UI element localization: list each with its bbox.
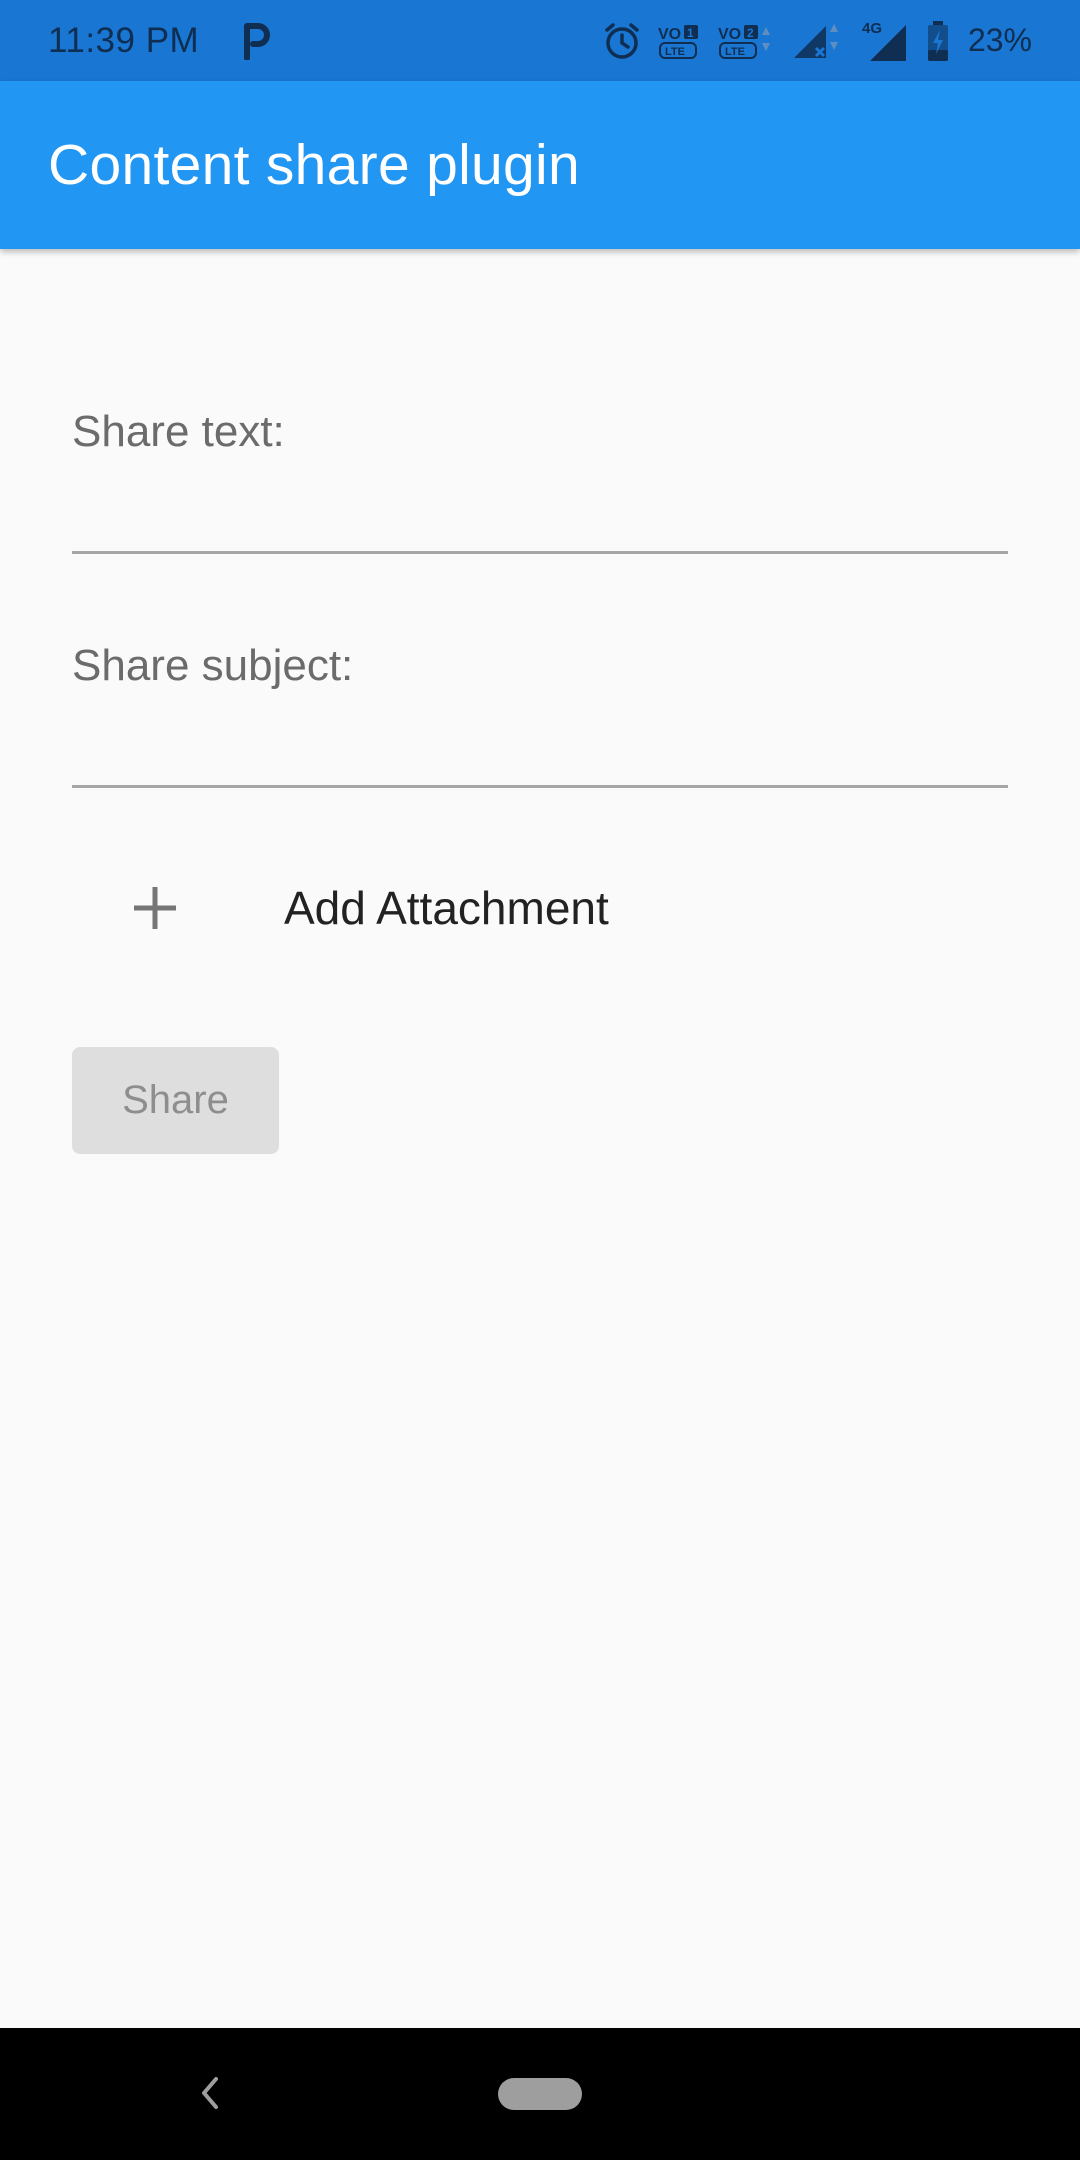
share-text-input[interactable]: [72, 466, 1008, 536]
share-subject-input[interactable]: [72, 700, 1008, 770]
signal-4g-icon: 4G: [860, 19, 912, 63]
alarm-icon: [602, 21, 642, 61]
share-subject-label: Share subject:: [72, 641, 354, 690]
share-subject-field[interactable]: Share subject:: [72, 644, 1008, 794]
share-text-label: Share text:: [72, 407, 285, 456]
volte1-icon: VO 1 LTE: [656, 21, 702, 61]
status-time: 11:39 PM: [48, 20, 200, 60]
plus-icon: [110, 863, 200, 953]
parking-icon: [239, 21, 273, 61]
status-bar: 11:39 PM VO 1 LTE VO 2 LTE 4G 23%: [0, 0, 1080, 81]
status-icons: VO 1 LTE VO 2 LTE 4G 23%: [602, 19, 1032, 63]
svg-text:LTE: LTE: [665, 46, 685, 58]
share-button[interactable]: Share: [72, 1047, 279, 1154]
svg-text:VO: VO: [718, 26, 741, 43]
battery-charging-icon: [926, 20, 950, 62]
network-type-text: 4G: [862, 20, 882, 37]
svg-text:2: 2: [747, 26, 754, 40]
navigation-bar: [0, 2028, 1080, 2160]
page-title: Content share plugin: [48, 133, 581, 197]
share-text-field[interactable]: Share text:: [72, 410, 1008, 560]
svg-text:1: 1: [687, 26, 694, 40]
svg-text:LTE: LTE: [725, 46, 745, 58]
back-icon[interactable]: [190, 2068, 230, 2118]
screen: 11:39 PM VO 1 LTE VO 2 LTE 4G 23% Conten…: [0, 0, 1080, 2160]
share-text-underline: [72, 551, 1008, 554]
share-subject-underline: [72, 785, 1008, 788]
add-attachment-button[interactable]: Add Attachment: [72, 860, 1008, 956]
volte2-icon: VO 2 LTE: [716, 21, 776, 61]
home-pill-icon[interactable]: [498, 2078, 582, 2110]
signal-icon: [790, 20, 846, 62]
app-bar: Content share plugin: [0, 81, 1080, 249]
svg-text:VO: VO: [658, 26, 681, 43]
battery-percentage: 23%: [967, 22, 1032, 58]
add-attachment-label: Add Attachment: [284, 882, 609, 934]
